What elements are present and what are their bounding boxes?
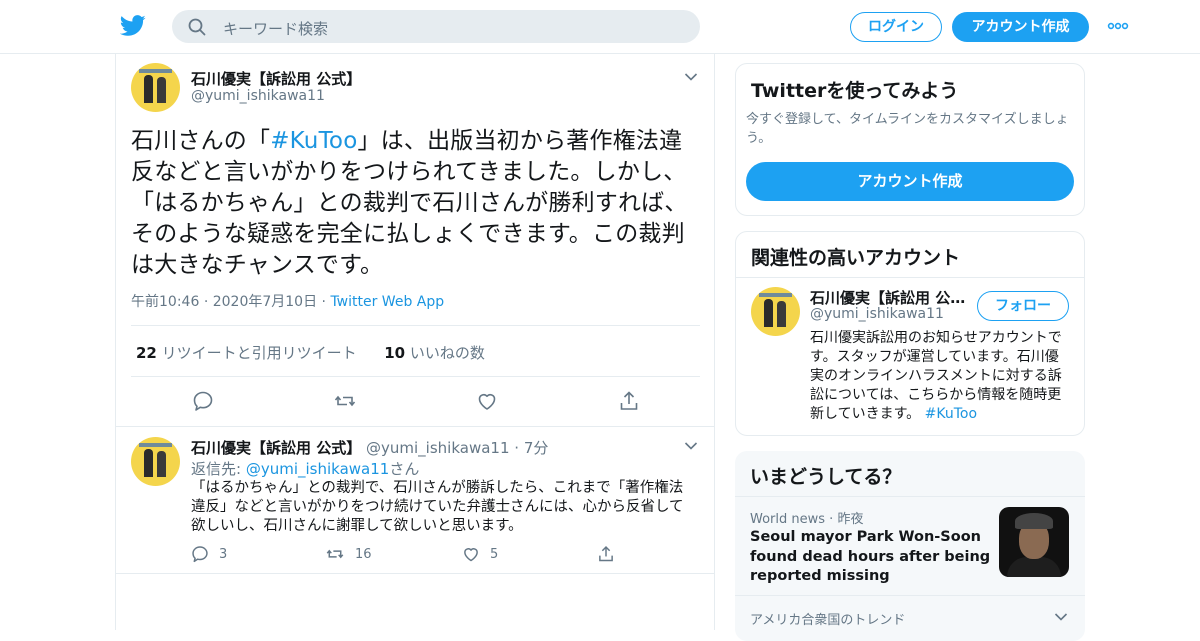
avatar-figure <box>144 75 153 103</box>
share-icon[interactable] <box>618 390 640 412</box>
avatar-figure <box>764 299 773 327</box>
hashtag-link[interactable]: #KuToo <box>925 406 977 422</box>
reply-tweet[interactable]: 石川優実【訴訟用 公式】 @yumi_ishikawa11 · 7分 返信先: … <box>116 426 714 574</box>
thumbnail-shape <box>1007 557 1061 577</box>
divider <box>131 325 700 326</box>
reply-icon[interactable] <box>192 390 214 412</box>
avatar-figure <box>157 451 166 477</box>
like-count: 5 <box>490 547 499 562</box>
trend-meta: World news · 昨夜 <box>750 508 863 527</box>
avatar[interactable] <box>131 63 180 112</box>
likes-label: いいねの数 <box>409 344 485 362</box>
tweet-timeline: 石川優実【訴訟用 公式】 @yumi_ishikawa11 石川さんの「#KuT… <box>115 54 715 630</box>
reply-time[interactable]: 7分 <box>524 439 549 457</box>
search-icon <box>188 18 206 36</box>
avatar[interactable] <box>751 287 800 336</box>
signup-promo-title: Twitterを使ってみよう <box>751 80 959 102</box>
reply-header: 石川優実【訴訟用 公式】 @yumi_ishikawa11 · 7分 <box>191 437 548 458</box>
separator: · <box>514 439 520 457</box>
search-placeholder: キーワード検索 <box>223 20 329 38</box>
login-button[interactable]: ログイン <box>850 12 942 42</box>
likes-stat[interactable]: 10 いいねの数 <box>384 344 485 362</box>
reply-to-suffix: さん <box>389 460 420 478</box>
retweet-icon[interactable] <box>326 545 344 563</box>
retweets-label: リツイートと引用リツイート <box>161 344 357 362</box>
likes-count: 10 <box>384 344 406 362</box>
whats-happening-title: いまどうしてる？ <box>750 466 902 488</box>
chevron-down-icon[interactable] <box>1054 612 1068 622</box>
related-accounts-title: 関連性の高いアカウント <box>751 247 961 269</box>
avatar-band <box>139 443 172 447</box>
tweet-text-pre: 石川さんの「 <box>131 128 271 154</box>
reply-author-name[interactable]: 石川優実【訴訟用 公式】 <box>191 439 361 457</box>
related-account-bio: 石川優実訴訟用のお知らせアカウントです。スタッフが運営しています。石川優実のオン… <box>810 329 1072 424</box>
hashtag-link[interactable]: #KuToo <box>270 128 357 154</box>
follow-button[interactable]: フォロー <box>977 291 1069 321</box>
signup-button[interactable]: アカウント作成 <box>952 12 1089 42</box>
tweet-date[interactable]: 2020年7月10日 <box>213 294 317 310</box>
avatar-band <box>139 69 172 73</box>
trend-time: 昨夜 <box>837 512 864 527</box>
reply-to-mention[interactable]: @yumi_ishikawa11 <box>246 460 389 478</box>
like-heart-icon[interactable] <box>462 545 480 563</box>
more-options-icon[interactable] <box>1107 18 1129 34</box>
related-account-handle[interactable]: @yumi_ishikawa11 <box>810 306 944 322</box>
divider <box>736 277 1084 278</box>
retweet-icon[interactable] <box>334 390 356 412</box>
trend-item[interactable]: World news · 昨夜 Seoul mayor Park Won-Soo… <box>735 496 1085 596</box>
reply-icon[interactable] <box>191 545 209 563</box>
tweet-stats: 22 リツイートと引用リツイート 10 いいねの数 <box>136 342 485 363</box>
related-account-name[interactable]: 石川優実【訴訟用 公式】 <box>810 287 970 308</box>
reply-text: 「はるかちゃん」との裁判で、石川さんが勝訴したら、これまで「著作権法違反」などと… <box>191 480 684 534</box>
reply-to-line: 返信先: @yumi_ishikawa11さん <box>191 458 419 479</box>
avatar[interactable] <box>131 437 180 486</box>
retweets-count: 22 <box>136 344 157 362</box>
signup-promo-subtitle: 今すぐ登録して、タイムラインをカスタマイズしましょう。 <box>746 112 1069 146</box>
reply-author-handle[interactable]: @yumi_ishikawa11 <box>366 439 509 457</box>
twitter-bird-icon[interactable] <box>120 14 146 38</box>
tweet-author-name[interactable]: 石川優実【訴訟用 公式】 <box>191 68 361 89</box>
trend-thumbnail[interactable] <box>999 507 1069 577</box>
trend-headline[interactable]: Seoul mayor Park Won-Soon found dead hou… <box>750 528 995 587</box>
signup-promo-card: Twitterを使ってみよう 今すぐ登録して、タイムラインをカスタマイズしましょ… <box>735 63 1085 216</box>
chevron-down-icon[interactable] <box>684 441 698 451</box>
avatar-figure <box>144 449 153 477</box>
avatar-figure <box>157 77 166 103</box>
top-navigation-bar: キーワード検索 ログイン アカウント作成 <box>0 0 1200 54</box>
tweet-source-link[interactable]: Twitter Web App <box>330 294 444 310</box>
thumbnail-shape <box>1015 513 1053 529</box>
like-heart-icon[interactable] <box>476 390 498 412</box>
reply-count: 3 <box>219 547 228 562</box>
avatar-band <box>759 293 792 297</box>
trend-source: World news <box>750 512 826 527</box>
separator: · <box>825 512 838 527</box>
chevron-down-icon[interactable] <box>684 72 698 82</box>
tweet-timestamp: 午前10:46 · 2020年7月10日 · Twitter Web App <box>131 291 444 311</box>
whats-happening-card: いまどうしてる？ World news · 昨夜 Seoul mayor Par… <box>735 451 1085 641</box>
share-icon[interactable] <box>597 545 615 563</box>
signup-promo-button[interactable]: アカウント作成 <box>746 162 1074 201</box>
reply-to-prefix: 返信先: <box>191 460 246 478</box>
retweets-stat[interactable]: 22 リツイートと引用リツイート <box>136 344 357 362</box>
search-input[interactable]: キーワード検索 <box>172 10 700 43</box>
tweet-time[interactable]: 午前10:46 <box>131 294 199 310</box>
separator: · <box>203 294 213 310</box>
retweet-count: 16 <box>355 547 372 562</box>
divider <box>131 376 700 377</box>
avatar-figure <box>777 301 786 327</box>
tweet-text: 石川さんの「#KuToo」は、出版当初から著作権法違反などと言いがかりをつけられ… <box>131 126 705 281</box>
tweet-author-handle[interactable]: @yumi_ishikawa11 <box>191 88 325 104</box>
trend-region-label: アメリカ合衆国のトレンド <box>750 613 906 628</box>
related-accounts-card: 関連性の高いアカウント 石川優実【訴訟用 公式】 @yumi_ishikawa1… <box>735 231 1085 436</box>
